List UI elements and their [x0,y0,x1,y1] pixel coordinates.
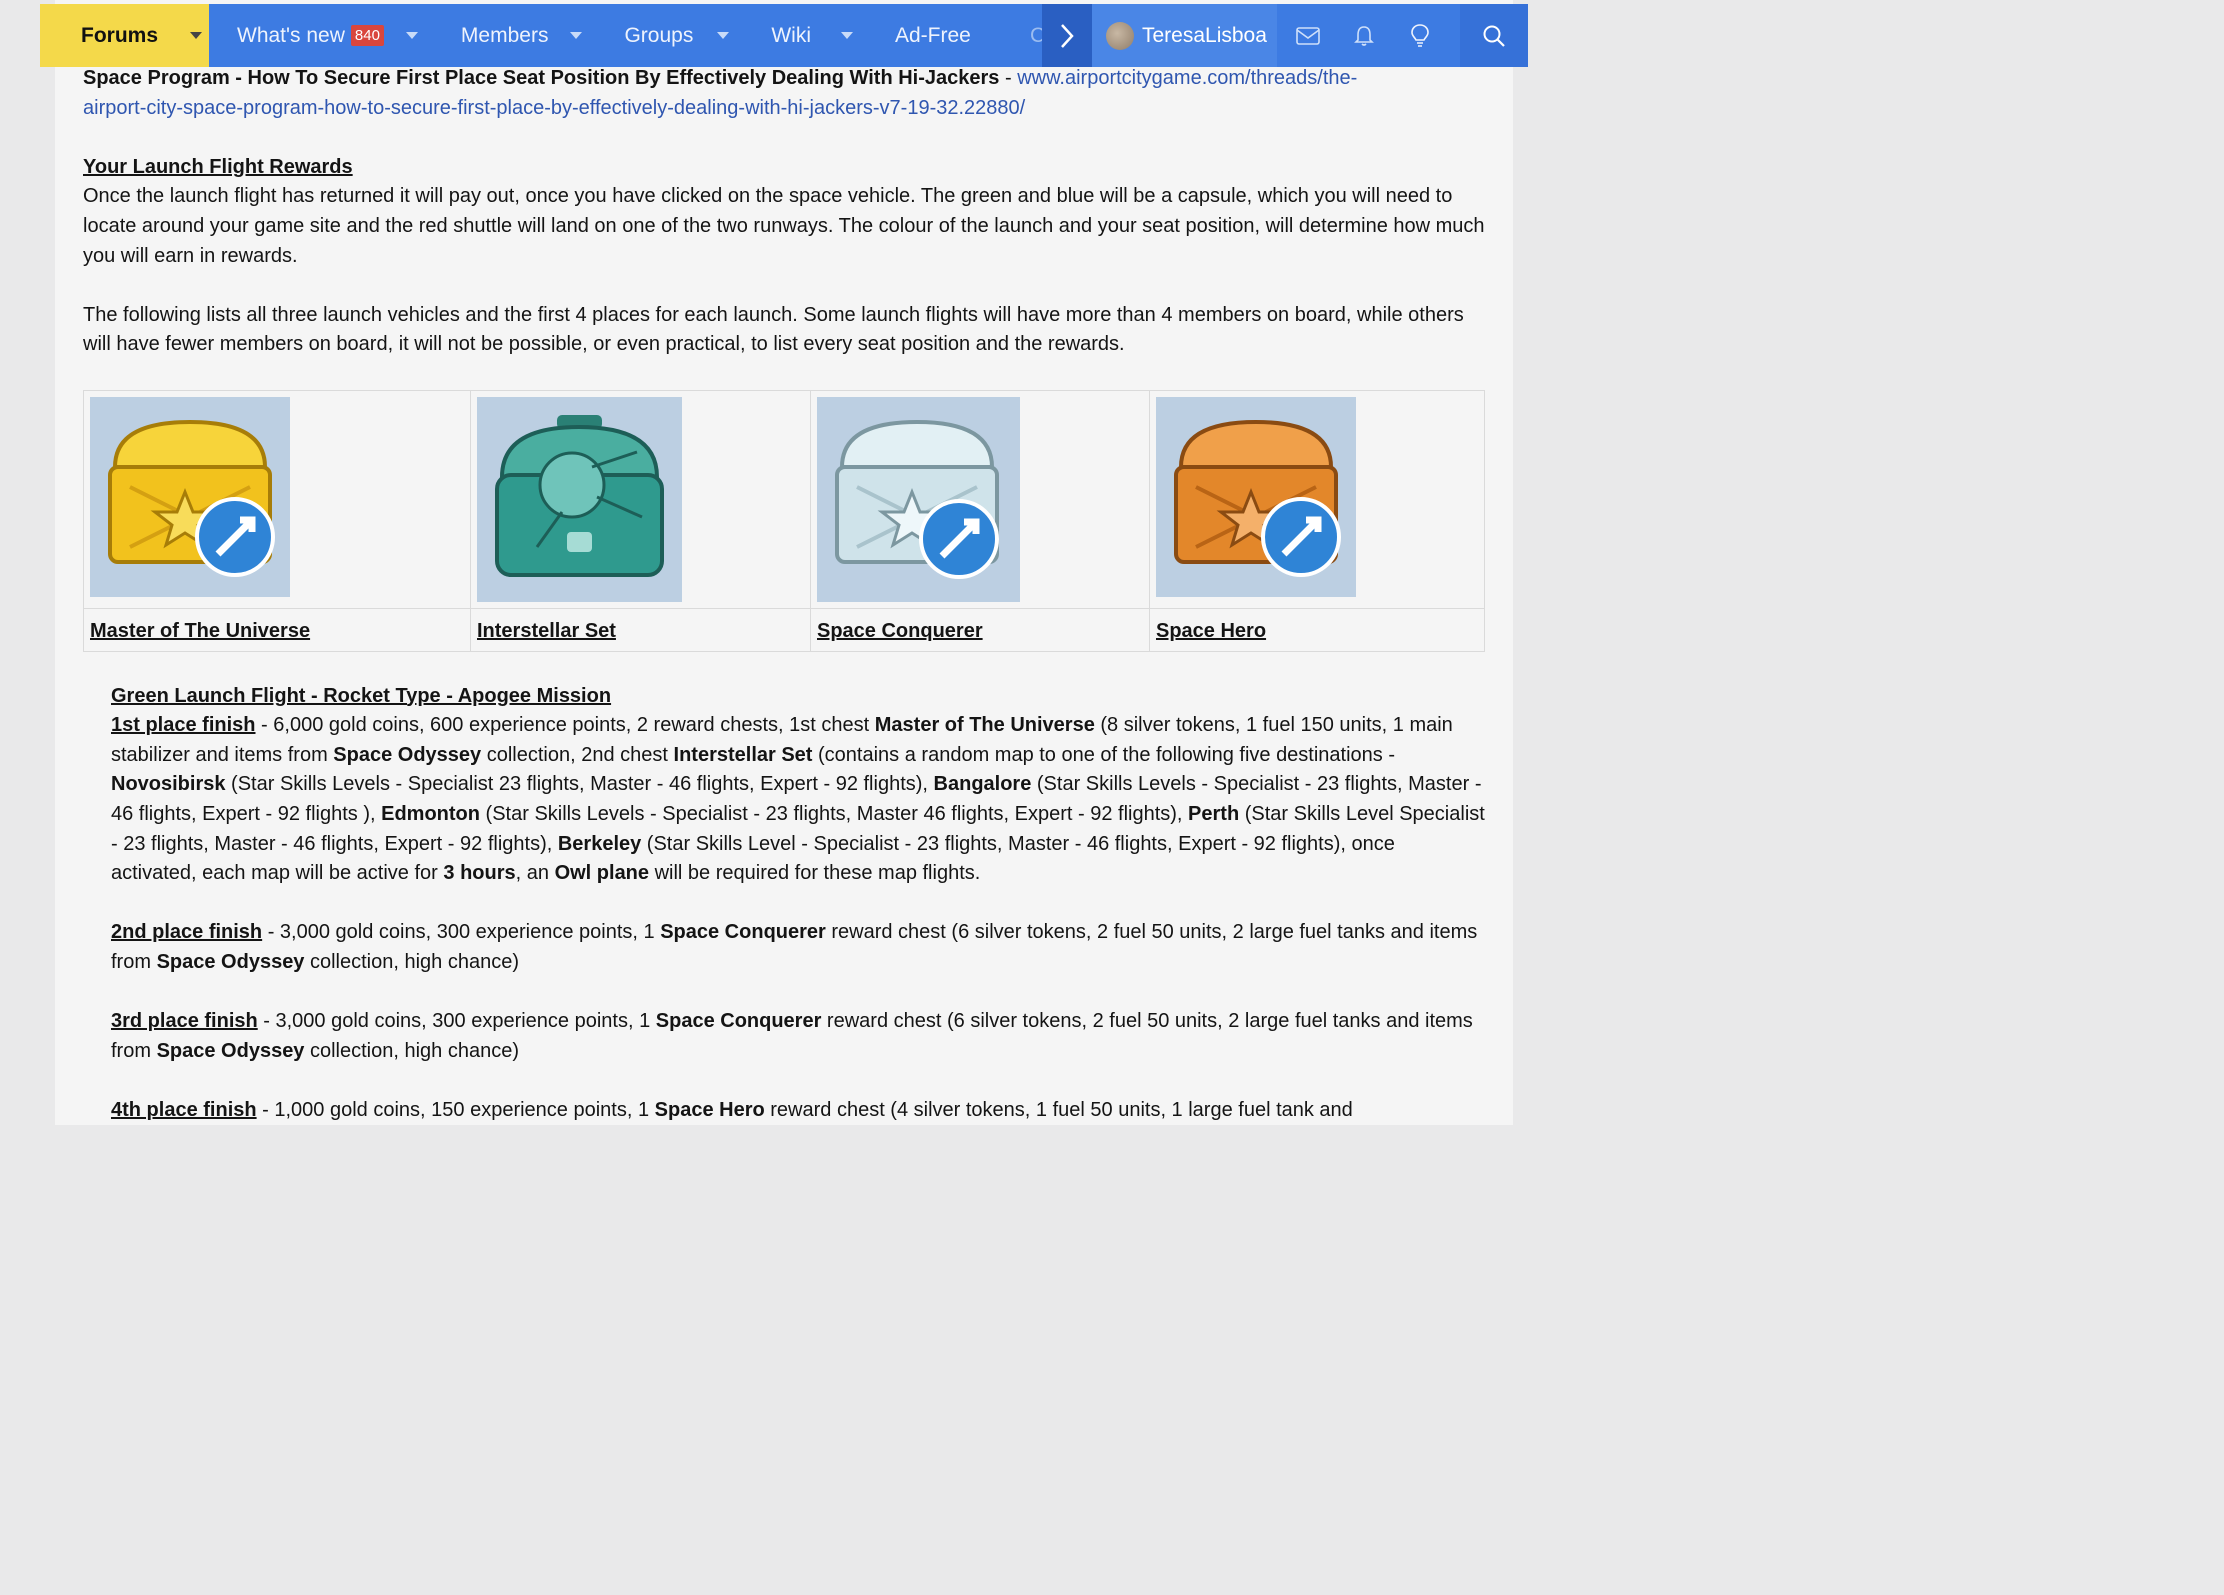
interstellar-set-chest-icon [477,396,682,602]
nav-members[interactable]: Members [418,4,583,67]
chevron-down-icon[interactable] [840,32,853,39]
chest-label-interstellar-set[interactable]: Interstellar Set [470,607,811,652]
chest-image-row [83,389,1485,609]
chest-label-master-of-the-universe[interactable]: Master of The Universe [83,607,471,652]
chest-label-space-hero[interactable]: Space Hero [1149,607,1485,652]
nav-members-label: Members [460,23,549,47]
whats-new-badge: 840 [350,25,384,46]
second-place-label: 2nd place finish [111,921,263,944]
chevron-down-icon[interactable] [405,32,418,39]
green-launch-flight-section: Green Launch Flight - Rocket Type - Apog… [111,682,1485,1126]
first-place-rewards: 1st place finish - 6,000 gold coins, 600… [111,711,1485,889]
hijack-url-part-1[interactable]: www.airportcitygame.com/threads/the- [1017,67,1357,89]
rewards-paragraph: Once the launch flight has returned it w… [83,185,1485,267]
reward-highlight: Interstellar Set [673,743,813,766]
reward-highlight: Space Conquerer [660,921,826,944]
whats-new-tips-button[interactable] [1392,4,1448,67]
reward-text: collection, 2nd chest [481,743,674,766]
reward-highlight: Owl plane [554,862,650,885]
chest-label-row: Master of The Universe Interstellar Set … [83,607,1485,652]
nav-groups-label: Groups [624,23,694,47]
chest-image-cell [470,389,811,609]
reward-highlight: Space Odyssey [333,743,482,766]
reward-text: - 1,000 gold coins, 150 experience point… [256,1098,655,1121]
reward-highlight: Perth [1188,802,1240,825]
second-place-rewards: 2nd place finish - 3,000 gold coins, 300… [111,918,1485,977]
username: TeresaLisboa [1142,23,1267,47]
avatar [1106,21,1134,50]
chest-image-cell [810,389,1150,609]
search-button[interactable] [1460,4,1528,67]
master-of-the-universe-chest-icon [90,396,290,597]
reward-text: (Star Skills Levels - Specialist 23 flig… [225,773,934,796]
nav-forums[interactable]: Forums [40,4,209,67]
fourth-place-rewards: 4th place finish - 1,000 gold coins, 150… [111,1096,1485,1126]
space-conquerer-chest-icon [817,396,1020,602]
reward-text: - 3,000 gold coins, 300 experience point… [262,921,661,944]
reward-text: - 6,000 gold coins, 600 experience point… [255,714,875,737]
reward-highlight: Novosibirsk [111,773,226,796]
chevron-down-icon[interactable] [190,32,203,39]
fourth-place-label: 4th place finish [111,1098,257,1121]
space-hero-chest-icon [1156,396,1356,597]
bell-icon [1354,25,1374,46]
hijack-url-part-2[interactable]: airport-city-space-program-how-to-secure… [83,97,1025,119]
reward-highlight: Space Odyssey [156,950,305,973]
top-navigation: Forums What's new 840 Members Groups Wik… [40,4,1528,67]
nav-wiki-label: Wiki [771,23,811,47]
chevron-down-icon[interactable] [570,32,583,39]
nav-wiki[interactable]: Wiki [729,4,853,67]
reward-highlight: Berkeley [557,832,642,855]
reward-highlight: Space Hero [654,1098,765,1121]
chest-image-cell [83,389,471,609]
nav-groups[interactable]: Groups [582,4,730,67]
reward-text: , an [515,862,555,885]
reward-text: (contains a random map to one of the fol… [812,743,1396,766]
search-icon [1483,25,1505,47]
third-place-label: 3rd place finish [111,1010,258,1033]
green-flight-heading: Green Launch Flight - Rocket Type - Apog… [111,684,612,707]
reward-highlight: Bangalore [933,773,1032,796]
reward-text: collection, high chance) [304,950,520,973]
reward-highlight: Space Conquerer [655,1010,822,1033]
rewards-heading: Your Launch Flight Rewards [83,155,353,178]
nav-forums-label: Forums [81,23,159,47]
reward-text: - 3,000 gold coins, 300 experience point… [257,1010,656,1033]
reward-text: reward chest (4 silver tokens, 1 fuel 50… [764,1098,1353,1121]
hijack-reference: Space Program - How To Secure First Plac… [83,64,1485,123]
nav-whats-new[interactable]: What's new 840 [209,4,418,67]
first-place-label: 1st place finish [111,714,256,737]
chevron-right-icon [1061,23,1074,48]
envelope-icon [1296,26,1320,45]
hijack-title: Space Program - How To Secure First Plac… [83,67,1000,89]
alerts-button[interactable] [1336,4,1392,67]
nav-scroll-next-button[interactable] [1042,4,1092,67]
reward-text: (Star Skills Levels - Specialist - 23 fl… [480,802,1189,825]
reward-highlight: Master of The Universe [874,714,1095,737]
third-place-rewards: 3rd place finish - 3,000 gold coins, 300… [111,1007,1485,1066]
reward-highlight: Edmonton [381,802,480,825]
reward-text: collection, high chance) [304,1039,520,1062]
inbox-button[interactable] [1280,4,1336,67]
chevron-down-icon[interactable] [717,32,730,39]
reward-highlight: Space Odyssey [156,1039,305,1062]
chest-table: Master of The Universe Interstellar Set … [83,389,1485,652]
nav-ad-free[interactable]: Ad-Free [853,4,971,67]
post-body: Space Program - How To Secure First Plac… [83,64,1485,1125]
chest-label-space-conquerer[interactable]: Space Conquerer [810,607,1150,652]
nav-ad-free-label: Ad-Free [894,23,971,47]
lightbulb-icon [1411,23,1429,47]
hijack-dash: - [999,67,1018,89]
chest-image-cell [1149,389,1485,609]
reward-highlight: 3 hours [443,862,516,885]
nav-whats-new-label: What's new [237,23,345,47]
lists-paragraph: The following lists all three launch veh… [83,303,1464,356]
user-menu[interactable]: TeresaLisboa [1092,4,1277,67]
reward-text: will be required for these map flights. [649,862,981,885]
